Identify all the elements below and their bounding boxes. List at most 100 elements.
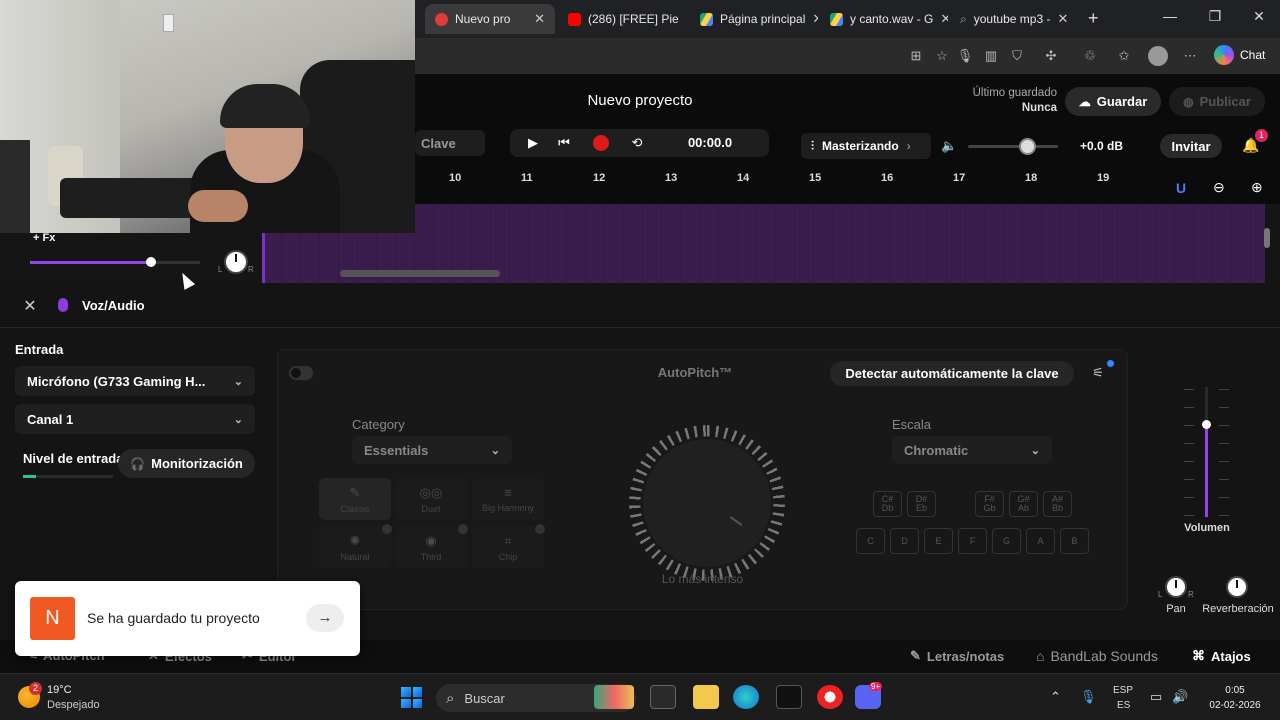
preset-chip[interactable]: ⌗ Chip — [472, 526, 544, 568]
snap-magnet-icon[interactable]: U — [1176, 180, 1186, 196]
close-window-button[interactable]: ✕ — [1244, 8, 1274, 25]
preset-big-harmony[interactable]: ≡ Big Harmony — [472, 478, 544, 520]
speaker-icon[interactable]: 🔈 — [941, 138, 957, 154]
network-icon[interactable]: ▭ — [1150, 689, 1162, 705]
tab-bandlab[interactable]: Nuevo pro ✕ — [425, 4, 555, 34]
more-menu-icon[interactable]: ⋯ — [1181, 47, 1199, 65]
file-explorer-icon[interactable] — [693, 685, 719, 709]
clock-date[interactable]: 02-02-2026 — [1200, 700, 1270, 711]
settings-sliders-icon[interactable]: ⚟ — [1087, 365, 1109, 381]
new-tab-button[interactable]: + — [1088, 8, 1099, 29]
close-tab-icon[interactable]: ✕ — [812, 11, 818, 27]
mastering-button[interactable]: ⫶ Masterizando › — [801, 133, 931, 159]
extensions-icon[interactable]: ✣ — [1042, 47, 1060, 65]
master-volume-slider[interactable] — [968, 145, 1058, 148]
note-key-natural[interactable]: G — [992, 528, 1021, 554]
skip-back-icon[interactable]: ⏮ — [554, 133, 574, 153]
playhead[interactable] — [262, 232, 265, 283]
invite-button[interactable]: Invitar — [1160, 134, 1222, 158]
note-key-natural[interactable]: A — [1026, 528, 1055, 554]
volume-fader-knob[interactable] — [1202, 420, 1211, 429]
zoom-in-icon[interactable]: ⊕ — [1251, 179, 1263, 196]
close-tab-icon[interactable]: ✕ — [940, 11, 948, 27]
autopitch-toggle[interactable] — [289, 366, 313, 380]
close-tab-icon[interactable]: ✕ — [1057, 11, 1068, 27]
keyboard-layout[interactable]: ES — [1117, 700, 1130, 711]
preset-third[interactable]: ◉ Third — [395, 526, 467, 568]
language-indicator[interactable]: ESP — [1113, 685, 1133, 696]
save-button[interactable]: ☁ Guardar — [1065, 87, 1161, 116]
category-label: Category — [352, 417, 405, 432]
detect-key-button[interactable]: Detectar automáticamente la clave — [830, 361, 1074, 386]
scale-select[interactable]: Chromatic ⌄ — [892, 436, 1052, 464]
microphone-tray-icon[interactable]: 🎙 — [1080, 689, 1097, 705]
zoom-out-icon[interactable]: ⊖ — [1213, 179, 1225, 196]
favorite-star-icon[interactable]: ☆ — [933, 47, 951, 65]
preset-duet[interactable]: ◎◎ Duet — [395, 478, 467, 520]
pan-knob[interactable] — [1165, 576, 1187, 598]
tab-drive-file[interactable]: y canto.wav - G ✕ — [820, 4, 948, 34]
preset-natural[interactable]: ✺ Natural — [319, 526, 391, 568]
edge-browser-icon[interactable] — [733, 685, 759, 709]
play-icon[interactable]: ▶ — [523, 133, 543, 153]
intensity-dial[interactable] — [643, 439, 771, 567]
close-tab-icon[interactable]: ✕ — [534, 11, 545, 27]
performance-icon[interactable]: ♲ — [1081, 47, 1099, 65]
note-key-natural[interactable]: E — [924, 528, 953, 554]
windows-start-icon[interactable] — [401, 687, 422, 708]
note-key-sharp[interactable]: C# Db — [873, 491, 902, 517]
ruler-tick-label: 15 — [809, 172, 822, 184]
preset-classic[interactable]: ✎ Classic — [319, 478, 391, 520]
task-view-icon[interactable] — [650, 685, 676, 709]
note-key-sharp[interactable]: F# Gb — [975, 491, 1004, 517]
track-pan-knob[interactable] — [224, 250, 248, 274]
publish-button[interactable]: ◍ Publicar — [1169, 87, 1265, 116]
tab-drive-home[interactable]: Página principal ✕ — [690, 4, 818, 34]
minimize-button[interactable]: — — [1155, 8, 1185, 24]
monitoring-button[interactable]: 🎧 Monitorización — [118, 449, 255, 478]
note-key-sharp[interactable]: A# Bb — [1043, 491, 1072, 517]
note-key-natural[interactable]: F — [958, 528, 987, 554]
close-icon[interactable]: ✕ — [20, 296, 40, 316]
project-title[interactable]: Nuevo proyecto — [540, 92, 740, 109]
bandlab-sounds-button[interactable]: ⌂ BandLab Sounds — [1036, 648, 1158, 664]
clock-time[interactable]: 0:05 — [1200, 685, 1270, 696]
shield-icon[interactable]: ⛉ — [1008, 47, 1026, 65]
note-key-natural[interactable]: D — [890, 528, 919, 554]
input-device-select[interactable]: Micrófono (G733 Gaming H... ⌄ — [15, 366, 255, 396]
add-fx-button[interactable]: + Fx — [33, 232, 55, 244]
vertical-scrollbar[interactable] — [1264, 228, 1270, 248]
record-button[interactable] — [591, 133, 611, 153]
timeline-ruler[interactable] — [415, 166, 1280, 204]
arrow-right-icon[interactable]: → — [306, 604, 344, 632]
channel-select[interactable]: Canal 1 ⌄ — [15, 404, 255, 434]
chevron-up-icon[interactable]: ⌃ — [1050, 689, 1061, 705]
category-select[interactable]: Essentials ⌄ — [352, 436, 512, 464]
copilot-chat-button[interactable]: Chat — [1214, 45, 1265, 65]
reading-view-icon[interactable]: ▥ — [982, 47, 1000, 65]
master-volume-knob[interactable] — [1019, 138, 1036, 155]
microphone-icon[interactable]: 🎙 — [956, 47, 974, 65]
profile-avatar[interactable] — [1148, 46, 1168, 66]
maximize-button[interactable]: ❐ — [1200, 8, 1230, 25]
track-volume-knob[interactable] — [146, 257, 156, 267]
steam-like-icon[interactable] — [817, 685, 843, 709]
epic-games-icon[interactable] — [776, 685, 802, 709]
reverb-knob[interactable] — [1226, 576, 1248, 598]
loop-icon[interactable]: ⟲ — [627, 133, 647, 153]
volume-tray-icon[interactable]: 🔊 — [1172, 689, 1188, 705]
favorites-icon[interactable]: ✩ — [1115, 47, 1133, 65]
lyrics-notes-button[interactable]: ✎ Letras/notas — [910, 648, 1004, 664]
horizontal-scrollbar[interactable] — [340, 270, 500, 277]
shortcuts-button[interactable]: ⌘ Atajos — [1192, 648, 1251, 664]
tab-youtube[interactable]: (286) [FREE] Pie ✕ — [558, 4, 686, 34]
note-key-natural[interactable]: C — [856, 528, 885, 554]
tab-title: Nuevo pro — [455, 12, 511, 26]
note-key-natural[interactable]: B — [1060, 528, 1089, 554]
app-install-icon[interactable]: ⊞ — [907, 47, 925, 65]
key-button[interactable]: Clave — [415, 130, 485, 156]
tab-search[interactable]: ⌕ youtube mp3 - ✕ — [950, 4, 1078, 34]
note-key-sharp[interactable]: D# Eb — [907, 491, 936, 517]
fader-scale-tick — [1184, 389, 1194, 390]
note-key-sharp[interactable]: G# Ab — [1009, 491, 1038, 517]
